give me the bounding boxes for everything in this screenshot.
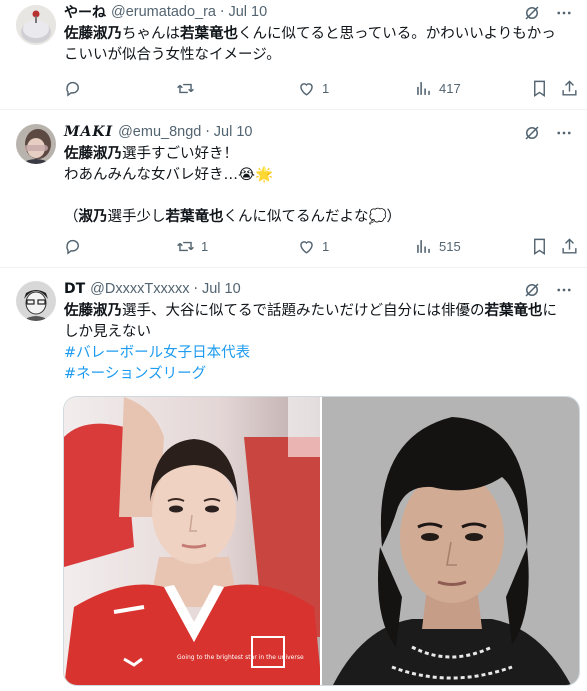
share-button[interactable] bbox=[560, 234, 579, 258]
text-segment: ちゃんは bbox=[122, 26, 180, 42]
text-segment: 選手すごい好き！ bbox=[122, 146, 238, 162]
actor-photo-illustration bbox=[322, 397, 579, 685]
like-count: 1 bbox=[322, 238, 330, 254]
more-icon[interactable] bbox=[555, 124, 573, 142]
display-name[interactable]: やーね bbox=[64, 2, 106, 22]
photo-actor[interactable] bbox=[322, 397, 579, 685]
text-segment: に bbox=[542, 303, 558, 319]
header-actions bbox=[523, 281, 573, 299]
heart-icon bbox=[300, 240, 313, 254]
bold-name: 若葉竜也 bbox=[180, 26, 238, 42]
views-button[interactable]: 417 bbox=[414, 76, 461, 100]
heart-icon bbox=[300, 82, 313, 96]
more-icon[interactable] bbox=[555, 4, 573, 22]
analytics-icon bbox=[417, 239, 430, 253]
text-segment: 選手、大谷に似てるで話題みたいだけど自分には俳優の bbox=[122, 303, 485, 319]
header-actions bbox=[523, 124, 573, 142]
retweet-button[interactable] bbox=[176, 76, 195, 100]
avatar-image bbox=[16, 281, 56, 321]
tweet-text: 佐藤淑乃ちゃんは若葉竜也くんに似てると思っている。かわいいよりもかっ こいいが似… bbox=[64, 24, 573, 66]
text-segment: くんに似てるんだよな💭） bbox=[223, 209, 402, 225]
handle[interactable]: @DxxxxTxxxxx bbox=[90, 281, 189, 297]
text-line: わあんみんな女バレ好き…😭🌟 bbox=[64, 167, 273, 183]
display-name[interactable]: 𝑴𝑨𝑲𝑰 bbox=[64, 124, 113, 140]
timestamp[interactable]: Jul 10 bbox=[214, 124, 253, 140]
analytics-icon bbox=[417, 81, 430, 95]
avatar-image bbox=[16, 124, 56, 164]
photo-volleyball-player[interactable]: Going to the brightest star in the unive… bbox=[64, 397, 322, 685]
header-actions bbox=[523, 4, 573, 22]
like-button[interactable]: 1 bbox=[297, 76, 329, 100]
tweet-header: やーね @erumatado_ra · Jul 10 bbox=[64, 2, 575, 22]
separator-dot: · bbox=[193, 281, 198, 297]
more-icon[interactable] bbox=[555, 281, 573, 299]
timestamp[interactable]: Jul 10 bbox=[202, 281, 241, 297]
player-photo-illustration: Going to the brightest star in the unive… bbox=[64, 397, 320, 685]
tweet-header: 𝑴𝑨𝑲𝑰 @emu_8ngd · Jul 10 bbox=[64, 122, 575, 142]
text-segment: くんに似てると思っている。かわいいよりもかっ bbox=[238, 26, 556, 42]
bold-name: 若葉竜也 bbox=[484, 303, 543, 319]
retweet-icon bbox=[177, 241, 194, 251]
retweet-count: 1 bbox=[201, 238, 209, 254]
display-name[interactable]: DT bbox=[64, 281, 85, 297]
avatar[interactable] bbox=[16, 124, 56, 164]
hashtag-link[interactable]: #ネーションズリーグ bbox=[64, 364, 573, 385]
bookmark-button[interactable] bbox=[530, 234, 549, 258]
grok-icon[interactable] bbox=[523, 281, 541, 299]
bold-name: 佐藤淑乃 bbox=[64, 26, 122, 42]
action-bar: 1 417 bbox=[56, 76, 586, 100]
reply-button[interactable] bbox=[64, 76, 83, 100]
hashtag-link[interactable]: #バレーボール女子日本代表 bbox=[64, 343, 573, 364]
text-line: しか見えない bbox=[64, 324, 151, 340]
reply-icon bbox=[66, 239, 79, 255]
share-button[interactable] bbox=[560, 76, 579, 100]
reply-icon bbox=[66, 81, 79, 97]
reply-button[interactable] bbox=[64, 234, 83, 258]
jersey-text: Going to the brightest star in the unive… bbox=[177, 654, 304, 661]
action-bar: 1 1 515 bbox=[56, 234, 586, 258]
grok-icon[interactable] bbox=[523, 4, 541, 22]
share-icon bbox=[562, 237, 577, 254]
bookmark-button[interactable] bbox=[530, 76, 549, 100]
bold-name: 若葉竜也 bbox=[165, 209, 224, 225]
views-button[interactable]: 515 bbox=[414, 234, 461, 258]
bookmark-icon bbox=[534, 238, 545, 255]
text-segment: 選手少し bbox=[107, 209, 166, 225]
grok-icon[interactable] bbox=[523, 124, 541, 142]
bold-name: 淑乃 bbox=[78, 209, 108, 225]
retweet-button[interactable]: 1 bbox=[176, 234, 208, 258]
separator-dot: · bbox=[205, 124, 210, 140]
like-count: 1 bbox=[322, 80, 330, 96]
tweet-1[interactable]: やーね @erumatado_ra · Jul 10 佐藤淑乃ちゃんは若葉竜也く… bbox=[0, 0, 587, 110]
handle[interactable]: @emu_8ngd bbox=[118, 124, 201, 140]
bold-name: 佐藤淑乃 bbox=[64, 146, 122, 162]
share-icon bbox=[562, 79, 577, 96]
retweet-icon bbox=[177, 83, 194, 93]
bookmark-icon bbox=[534, 80, 545, 97]
avatar-image bbox=[16, 5, 56, 45]
avatar[interactable] bbox=[16, 281, 56, 321]
separator-dot: · bbox=[220, 4, 225, 20]
tweet-2[interactable]: 𝑴𝑨𝑲𝑰 @emu_8ngd · Jul 10 佐藤淑乃選手すごい好き！ わあん… bbox=[0, 110, 587, 268]
handle[interactable]: @erumatado_ra bbox=[111, 4, 216, 20]
text-line: こいいが似合う女性なイメージ。 bbox=[64, 47, 281, 63]
view-count: 417 bbox=[439, 80, 461, 96]
text-segment: （ bbox=[64, 209, 79, 225]
tweet-header: DT @DxxxxTxxxxx · Jul 10 bbox=[64, 279, 575, 299]
timestamp[interactable]: Jul 10 bbox=[228, 4, 267, 20]
bold-name: 佐藤淑乃 bbox=[64, 303, 122, 319]
media-grid[interactable]: Going to the brightest star in the unive… bbox=[63, 396, 580, 686]
tweet-text: 佐藤淑乃選手すごい好き！ わあんみんな女バレ好き…😭🌟 （淑乃選手少し若葉竜也く… bbox=[64, 144, 573, 228]
avatar[interactable] bbox=[16, 5, 56, 45]
like-button[interactable]: 1 bbox=[297, 234, 329, 258]
view-count: 515 bbox=[439, 238, 461, 254]
tweet-text: 佐藤淑乃選手、大谷に似てるで話題みたいだけど自分には俳優の若葉竜也に しか見えな… bbox=[64, 301, 573, 385]
